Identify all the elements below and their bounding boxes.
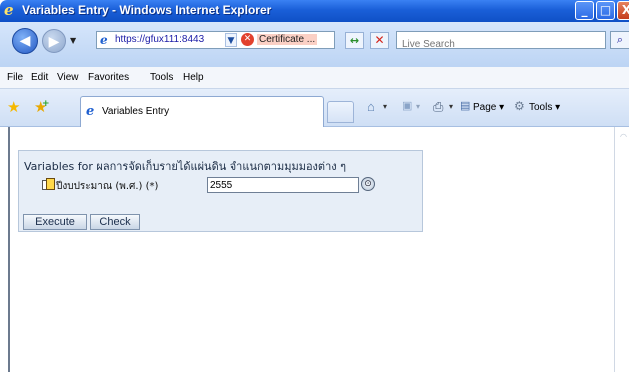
home-dropdown-icon[interactable]: ▾ (383, 102, 387, 111)
add-favorites-icon[interactable]: ★ + (34, 99, 50, 115)
address-bar[interactable]: e https://gfux111:8443 ▼ ✕ Certificate .… (96, 31, 335, 49)
tab-ie-icon: e (86, 104, 95, 119)
execute-button[interactable]: Execute (23, 214, 87, 230)
tab-variables-entry[interactable]: e Variables Entry (80, 96, 324, 127)
variables-panel: Variables for ผลการจัดเก็บรายได้แผ่นดิน … (18, 150, 423, 232)
page-menu-icon[interactable]: ▤ (460, 99, 470, 112)
search-box[interactable] (396, 31, 606, 52)
fiscal-year-label: ปีงบประมาณ (พ.ศ.) (*) (56, 181, 159, 192)
certificate-error-label[interactable]: Certificate ... (257, 34, 318, 45)
menu-favorites[interactable]: Favorites (88, 72, 129, 83)
feeds-icon[interactable]: ▣ (402, 99, 412, 112)
address-url[interactable]: https://gfux111:8443 (115, 34, 204, 45)
refresh-button[interactable]: ↔ (345, 32, 364, 49)
scrollbar-cap[interactable]: ◠ (620, 132, 627, 141)
title-bar: e Variables Entry - Windows Internet Exp… (0, 0, 629, 22)
tools-menu-button[interactable]: Tools ▾ (529, 102, 560, 113)
content-left-border (8, 127, 10, 372)
menu-tools[interactable]: Tools (150, 72, 173, 83)
menu-bar: File Edit View Favorites Tools Help (0, 67, 629, 89)
forward-button[interactable]: ▶ (42, 29, 66, 53)
check-button[interactable]: Check (90, 214, 140, 230)
back-button[interactable]: ◀ (12, 28, 38, 54)
new-tab-button[interactable] (327, 101, 354, 123)
minimize-button[interactable]: _ (575, 1, 594, 20)
page-icon: e (100, 33, 108, 47)
menu-edit[interactable]: Edit (31, 72, 48, 83)
variable-info-icon[interactable] (42, 178, 56, 191)
window-title: Variables Entry - Windows Internet Explo… (22, 3, 272, 17)
variable-row: ปีงบประมาณ (พ.ศ.) (*) ⊙ (19, 177, 422, 197)
value-help-icon[interactable]: ⊙ (361, 177, 375, 191)
fiscal-year-input[interactable] (207, 177, 359, 193)
maximize-button[interactable]: □ (596, 1, 615, 20)
menu-file[interactable]: File (7, 72, 23, 83)
print-icon[interactable]: ⎙ (433, 99, 443, 115)
feeds-dropdown-icon[interactable]: ▾ (416, 102, 420, 111)
search-icon[interactable]: ⌕ (610, 31, 629, 49)
ie-logo-icon: e (4, 1, 14, 19)
panel-header: Variables for ผลการจัดเก็บรายได้แผ่นดิน … (24, 160, 347, 173)
favorites-tab-bar: ★ ★ + e Variables Entry ⌂ ▾ ▣ ▾ ⎙ ▾ ▤ Pag… (0, 89, 629, 127)
home-icon[interactable]: ⌂ (367, 99, 375, 114)
tab-label: Variables Entry (102, 106, 170, 117)
search-input[interactable] (402, 37, 592, 52)
print-dropdown-icon[interactable]: ▾ (449, 102, 453, 111)
menu-view[interactable]: View (57, 72, 79, 83)
page-menu-button[interactable]: Page ▾ (473, 102, 504, 113)
content-right-border (614, 127, 615, 372)
close-button[interactable]: X (617, 1, 629, 20)
stop-button[interactable]: ✕ (370, 32, 389, 49)
address-dropdown-icon[interactable]: ▼ (225, 33, 237, 47)
address-toolbar: ◀ ▶ ▼ e https://gfux111:8443 ▼ ✕ Certifi… (0, 22, 629, 67)
menu-help[interactable]: Help (183, 72, 204, 83)
tools-gear-icon[interactable]: ⚙ (514, 99, 525, 113)
recent-pages-dropdown[interactable]: ▼ (70, 36, 76, 45)
certificate-error-icon[interactable]: ✕ (241, 33, 254, 46)
favorites-center-star-icon[interactable]: ★ (7, 100, 20, 115)
